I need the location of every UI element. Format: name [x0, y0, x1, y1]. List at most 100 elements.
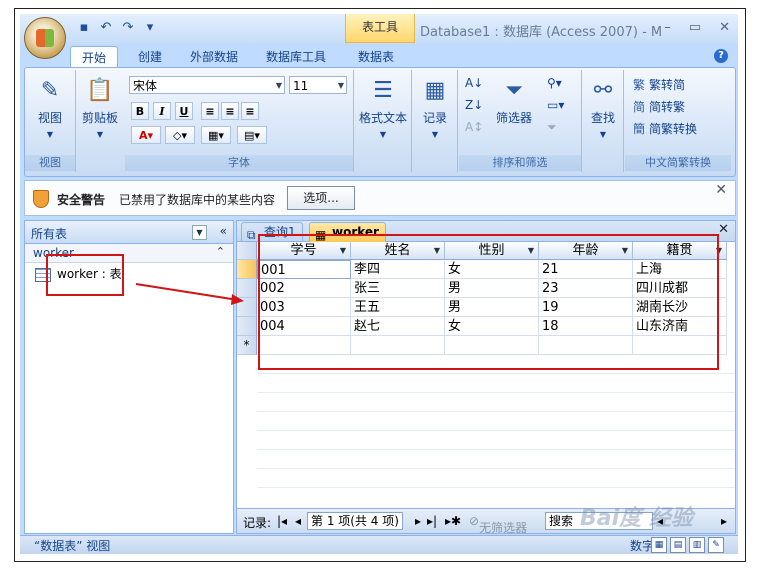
first-record-icon[interactable]: |◂	[277, 514, 287, 528]
to-traditional-button[interactable]: 简简转繁	[631, 98, 685, 115]
office-logo-icon	[36, 29, 54, 47]
group-font: 宋体 ▼ 11 ▼ B I U ≡ ≡ ≡ A▾ ◇▾ ▦▾ ▤▾ 字体	[125, 70, 354, 172]
to-simplified-icon: 繁	[632, 78, 645, 92]
tab-external-data[interactable]: 外部数据	[184, 46, 244, 68]
sort-ascending-icon[interactable]: A↓	[465, 76, 483, 90]
next-record-icon[interactable]: ▸	[415, 514, 421, 528]
group-records: ▦ 记录 ▼	[413, 70, 458, 172]
scroll-right-icon[interactable]: ▸	[721, 514, 727, 528]
italic-button[interactable]: I	[153, 102, 171, 120]
security-warning-text: 已禁用了数据库中的某些内容	[119, 193, 276, 207]
to-traditional-icon: 简	[632, 100, 645, 114]
clear-sort-icon[interactable]: A↕	[465, 120, 483, 134]
filter-status-label: 无筛选器	[479, 521, 528, 535]
align-center-icon[interactable]: ≡	[221, 102, 239, 120]
toggle-filter-icon[interactable]: ⏷	[547, 120, 557, 135]
convert-button[interactable]: 簡简繁转换	[631, 120, 697, 137]
tab-database-tools[interactable]: 数据库工具	[260, 46, 332, 68]
nav-pane-header[interactable]: 所有表 ▼ «	[25, 221, 233, 244]
underline-button[interactable]: U	[175, 102, 193, 120]
to-simplified-button[interactable]: 繁繁转简	[631, 76, 685, 93]
advanced-filter-icon[interactable]: ▭▾	[547, 98, 564, 112]
previous-record-icon[interactable]: ◂	[295, 514, 301, 528]
gridlines-button[interactable]: ▦▾	[201, 126, 231, 144]
design-view-icon[interactable]: ✎	[708, 537, 724, 553]
select-all-corner[interactable]	[237, 242, 257, 260]
undo-icon[interactable]: ↶	[98, 20, 114, 36]
group-view: ✎ 视图 ▼ 视图	[25, 70, 76, 172]
message-bar: 安全警告 已禁用了数据库中的某些内容 选项... ✕	[24, 180, 736, 216]
restore-button[interactable]: ▭	[689, 20, 701, 35]
bold-button[interactable]: B	[131, 102, 149, 120]
ribbon: ✎ 视图 ▼ 视图 📋 剪贴板 ▼ 宋体 ▼ 11 ▼ B I U ≡ ≡ ≡ A▾ ◇…	[24, 67, 736, 177]
font-name-select[interactable]: 宋体 ▼	[129, 76, 285, 94]
tab-home[interactable]: 开始	[70, 46, 118, 69]
record-position-input[interactable]: 第 1 项(共 4 项)	[307, 512, 403, 530]
row-selector[interactable]	[237, 317, 257, 336]
filter-label: 筛选器	[495, 111, 532, 125]
fill-color-button[interactable]: ◇▾	[165, 126, 195, 144]
group-chinese-conversion: 繁繁转简 简简转繁 簡简繁转换 中文简繁转换	[625, 70, 731, 172]
binoculars-icon: ⚯	[593, 78, 613, 103]
clipboard-label: 剪贴板	[81, 111, 118, 125]
rich-text-button[interactable]: ☰ 格式文本 ▼	[359, 76, 407, 140]
office-button[interactable]	[24, 17, 66, 59]
new-row-selector[interactable]: *	[237, 336, 257, 355]
status-bar: “数据表” 视图 数字 ▦ ▤ ▥ ✎	[20, 535, 738, 554]
funnel-icon: ⏷	[505, 78, 523, 103]
view-icon: ✎	[40, 78, 60, 103]
help-icon[interactable]: ?	[714, 49, 728, 63]
records-button[interactable]: ▦ 记录 ▼	[415, 76, 455, 140]
align-left-icon[interactable]: ≡	[201, 102, 219, 120]
shield-icon	[33, 190, 49, 208]
title-bar: ▪ ↶ ↷ ▾ 表工具 Database1 : 数据库 (Access 2007…	[20, 14, 738, 44]
minimize-button[interactable]: –	[664, 20, 671, 35]
options-button[interactable]: 选项...	[287, 186, 355, 210]
collapse-group-icon[interactable]: ⌃	[216, 245, 225, 258]
customize-qat-icon[interactable]: ▾	[142, 20, 158, 36]
convert-label: 简繁转换	[649, 122, 698, 136]
view-button[interactable]: ✎ 视图 ▼	[29, 76, 71, 140]
selection-filter-icon[interactable]: ⚲▾	[547, 76, 562, 90]
alternate-fill-button[interactable]: ▤▾	[237, 126, 267, 144]
group-sort-filter-label: 排序和筛选	[459, 155, 581, 171]
save-icon[interactable]: ▪	[76, 20, 92, 36]
font-size-value: 11	[293, 79, 309, 93]
group-find: ⚯ 查找 ▼	[583, 70, 624, 172]
pivot-table-view-icon[interactable]: ▤	[670, 537, 686, 553]
row-selector[interactable]	[237, 279, 257, 298]
row-selector[interactable]	[237, 298, 257, 317]
close-message-bar-icon[interactable]: ✕	[715, 182, 727, 198]
to-traditional-label: 简转繁	[649, 100, 686, 114]
align-right-icon[interactable]: ≡	[241, 102, 259, 120]
tab-create[interactable]: 创建	[130, 46, 170, 68]
datasheet-view-icon[interactable]: ▦	[651, 537, 667, 553]
row-selector[interactable]	[237, 260, 257, 279]
filter-status[interactable]: ⊘ 无筛选器	[469, 514, 527, 535]
records-icon: ▦	[424, 78, 446, 103]
paste-button[interactable]: 📋 剪贴板 ▼	[79, 76, 121, 140]
highlight-table-box	[258, 234, 719, 370]
last-record-icon[interactable]: ▸|	[427, 514, 437, 528]
font-name-value: 宋体	[133, 79, 158, 93]
close-document-icon[interactable]: ✕	[718, 222, 729, 237]
context-tab-label: 表工具	[361, 20, 398, 34]
font-size-select[interactable]: 11 ▼	[289, 76, 347, 94]
new-record-icon[interactable]: ▸✱	[445, 514, 461, 528]
window-title: Database1 : 数据库 (Access 2007) - M	[420, 25, 663, 40]
collapse-pane-icon[interactable]: «	[220, 224, 227, 238]
chevron-down-icon[interactable]: ▼	[192, 225, 207, 240]
find-button[interactable]: ⚯ 查找 ▼	[585, 76, 621, 140]
filter-button[interactable]: ⏷ 筛选器	[489, 76, 539, 126]
redo-icon[interactable]: ↷	[120, 20, 136, 36]
context-tab-table-tools: 表工具	[345, 14, 415, 43]
ribbon-tabs: 开始 创建 外部数据 数据库工具 数据表 ?	[20, 44, 738, 69]
pivot-chart-view-icon[interactable]: ▥	[689, 537, 705, 553]
sort-descending-icon[interactable]: Z↓	[465, 98, 483, 112]
font-color-button[interactable]: A▾	[131, 126, 161, 144]
close-button[interactable]: ✕	[719, 20, 730, 35]
group-rich-text: ☰ 格式文本 ▼	[355, 70, 412, 172]
tab-datasheet[interactable]: 数据表	[348, 46, 404, 68]
group-chinese-conversion-label: 中文简繁转换	[625, 155, 731, 171]
empty-grid-area	[257, 355, 735, 495]
